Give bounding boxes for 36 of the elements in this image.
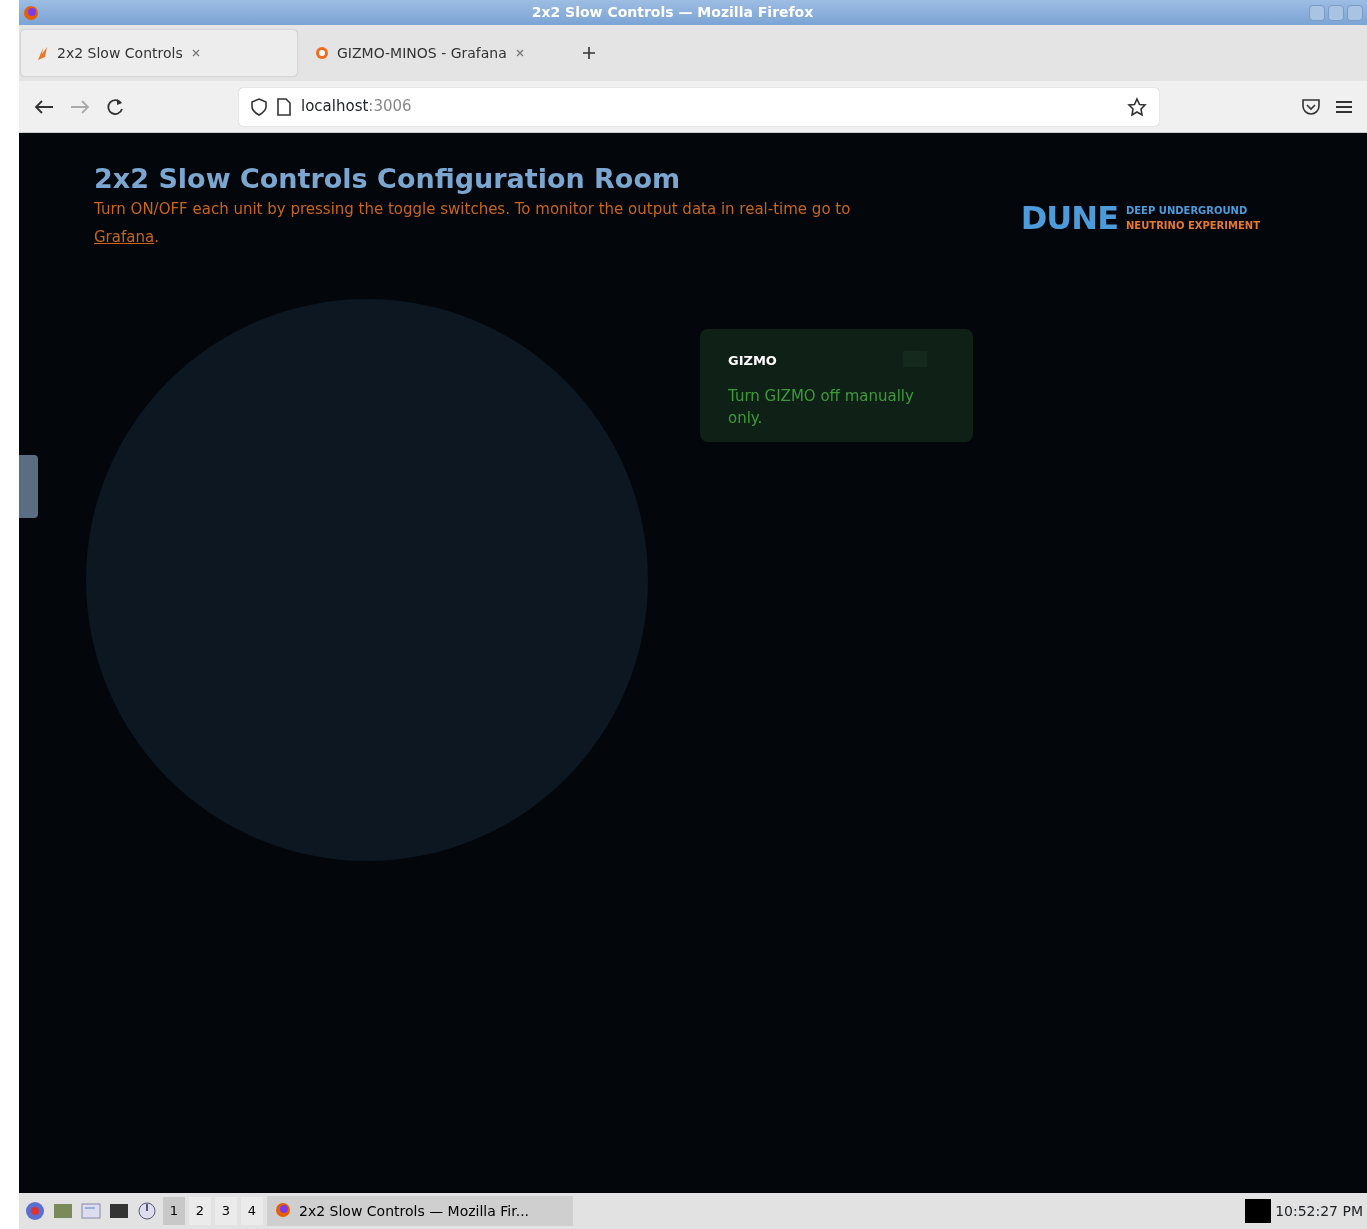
shield-icon	[251, 97, 267, 116]
firefox-icon	[23, 4, 39, 21]
power-icon[interactable]	[135, 1199, 159, 1223]
taskbar-window-button[interactable]: 2x2 Slow Controls — Mozilla Fir...	[267, 1196, 573, 1226]
close-icon[interactable]	[514, 48, 525, 58]
firefox-icon	[275, 1202, 293, 1220]
pocket-icon[interactable]	[1301, 96, 1321, 117]
star-icon[interactable]	[1127, 96, 1147, 117]
workspace-button[interactable]: 1	[163, 1197, 185, 1225]
flame-icon	[35, 45, 49, 61]
launcher-icon[interactable]	[23, 1199, 47, 1223]
window-title: 2x2 Slow Controls — Mozilla Firefox	[530, 3, 815, 22]
new-tab-icon[interactable]	[581, 45, 597, 61]
browser-tab[interactable]: GIZMO-MINOS - Grafana	[301, 30, 577, 76]
instructions-text: Turn ON/OFF each unit by pressing the toggle switches. To monitor the output data in real-time go to Grafana.	[94, 199, 852, 249]
logo-wordmark: DUNE	[1020, 198, 1118, 240]
back-icon[interactable]	[33, 97, 55, 116]
page-icon	[277, 97, 291, 116]
workspace-button[interactable]: 2	[189, 1197, 211, 1225]
toast-message: Turn GIZMO off manually only.	[728, 385, 915, 430]
grafana-icon	[315, 45, 329, 61]
menu-icon[interactable]	[1335, 98, 1353, 115]
workspace-button[interactable]: 3	[215, 1197, 237, 1225]
sidebar-handle[interactable]	[19, 455, 38, 518]
address-field[interactable]: localhost:3006	[239, 87, 1159, 126]
toast-title: GIZMO	[728, 352, 777, 371]
clock-text: 10:52:27 PM	[1275, 1201, 1363, 1221]
forward-icon[interactable]	[69, 97, 91, 116]
logo-tagline: NEUTRINO EXPERIMENT	[1126, 219, 1260, 234]
logo-tagline: DEEP UNDERGROUND	[1126, 204, 1249, 219]
workspace-button[interactable]: 4	[241, 1197, 263, 1225]
reload-icon[interactable]	[105, 96, 125, 117]
grafana-link[interactable]: Grafana	[94, 228, 155, 247]
close-icon[interactable]	[190, 48, 201, 58]
page-title: 2x2 Slow Controls Configuration Room	[94, 163, 682, 196]
browser-tab[interactable]: 2x2 Slow Controls	[21, 30, 297, 76]
